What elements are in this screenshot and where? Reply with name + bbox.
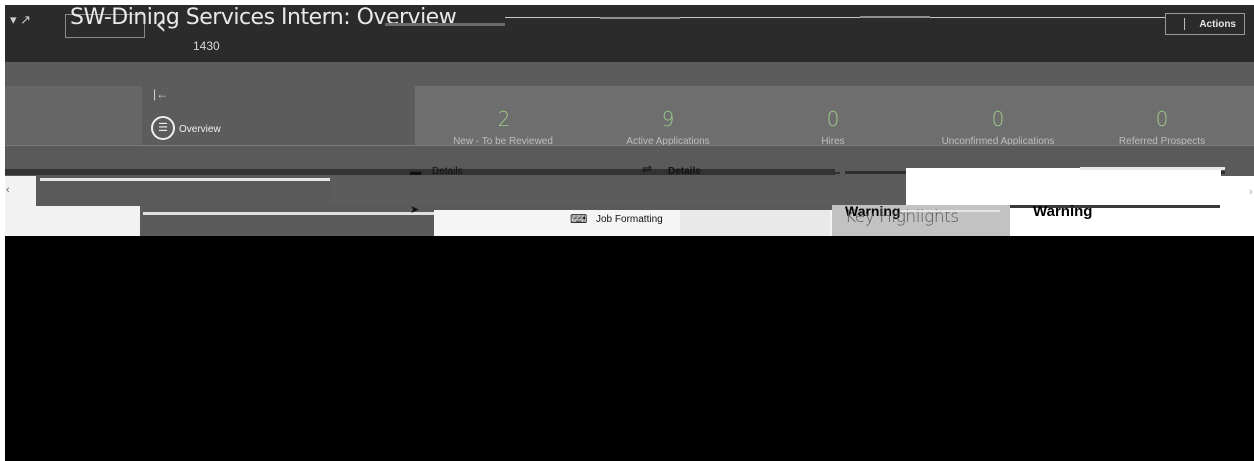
- actions-button[interactable]: Actions: [1165, 13, 1245, 35]
- actions-divider: [1184, 18, 1185, 30]
- cursor-icon: ➤: [410, 204, 420, 216]
- content-area: [5, 236, 1254, 461]
- details-link-icon: ⇌: [642, 162, 653, 176]
- stat-unconfirmed-value[interactable]: 0: [918, 107, 1078, 131]
- scroll-left-icon[interactable]: ‹: [6, 184, 10, 196]
- sidebar-item-overview[interactable]: Overview: [179, 124, 221, 135]
- details-link[interactable]: Details: [668, 166, 701, 177]
- header-divider-segment: [860, 16, 930, 18]
- right-card-divider: [1080, 167, 1225, 170]
- job-formatting-button[interactable]: Job Formatting: [596, 214, 663, 225]
- key-highlights-divider: [900, 210, 1000, 212]
- header-divider-segment: [600, 17, 680, 19]
- details-tab-icon: ▬: [410, 166, 421, 178]
- lower-toolbar-divider: [143, 212, 434, 215]
- scroll-right-icon[interactable]: ›: [1249, 186, 1253, 198]
- lower-toolbar-left: [143, 205, 434, 236]
- details-link-underline: [700, 172, 840, 174]
- left-pane: [5, 86, 142, 148]
- stat-hires-value[interactable]: 0: [753, 107, 913, 131]
- collapse-sidebar-icon[interactable]: |←: [153, 87, 168, 101]
- overview-icon[interactable]: ☰: [151, 116, 175, 140]
- warning-title: Warning: [1033, 203, 1093, 220]
- left-panel-divider: [40, 178, 330, 181]
- stat-referred-value[interactable]: 0: [1082, 107, 1242, 131]
- record-id: 1430: [193, 39, 220, 53]
- page-title: SW-Dining Services Intern: Overview: [70, 5, 457, 30]
- tab-details[interactable]: Details: [432, 166, 463, 177]
- stat-new-value[interactable]: 2: [424, 107, 584, 131]
- title-underline: [385, 23, 505, 26]
- job-formatting-icon: ⌨: [570, 212, 588, 226]
- lower-toolbar-segment: [680, 210, 830, 236]
- stat-active-value[interactable]: 9: [588, 107, 748, 131]
- nav-icons[interactable]: ▾ ↗: [10, 12, 31, 28]
